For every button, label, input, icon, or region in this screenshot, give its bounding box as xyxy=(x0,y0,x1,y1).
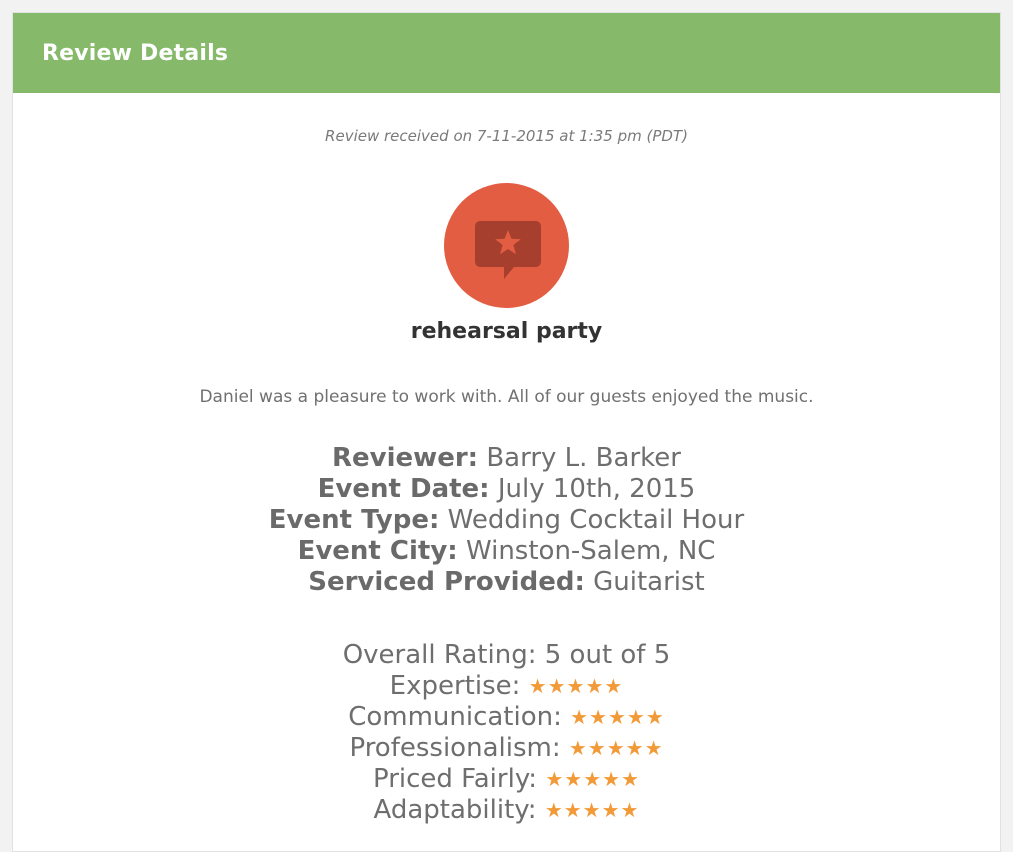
detail-row-reviewer: Reviewer: Barry L. Barker xyxy=(13,443,1000,474)
rating-label: Expertise: xyxy=(389,671,521,701)
detail-value: July 10th, 2015 xyxy=(497,474,696,504)
rating-label: Priced Fairly: xyxy=(372,764,538,794)
star-rating-icon: ★★★★★ xyxy=(528,674,624,698)
review-details-card: Review Details Review received on 7-11-2… xyxy=(12,12,1001,852)
rating-label: Professionalism: xyxy=(349,733,561,763)
overall-rating-row: Overall Rating: 5 out of 5 xyxy=(13,640,1000,671)
rating-label: Adaptability: xyxy=(373,795,537,825)
detail-row-event-type: Event Type: Wedding Cocktail Hour xyxy=(13,505,1000,536)
rating-row-adaptability: Adaptability: ★★★★★ xyxy=(13,795,1000,826)
review-received-timestamp: Review received on 7-11-2015 at 1:35 pm … xyxy=(325,127,688,145)
detail-label: Event Date: xyxy=(317,474,490,504)
detail-label: Event City: xyxy=(297,536,458,566)
detail-row-event-city: Event City: Winston-Salem, NC xyxy=(13,536,1000,567)
detail-label: Event Type: xyxy=(268,505,440,535)
overall-rating-value: 5 out of 5 xyxy=(544,640,671,670)
detail-value: Barry L. Barker xyxy=(486,443,681,473)
ratings-section: Overall Rating: 5 out of 5 Expertise: ★★… xyxy=(13,640,1000,826)
detail-value: Guitarist xyxy=(593,567,705,597)
detail-row-event-date: Event Date: July 10th, 2015 xyxy=(13,474,1000,505)
rating-row-expertise: Expertise: ★★★★★ xyxy=(13,671,1000,702)
star-rating-icon: ★★★★★ xyxy=(545,767,640,791)
rating-row-professionalism: Professionalism: ★★★★★ xyxy=(13,733,1000,764)
rating-row-communication: Communication: ★★★★★ xyxy=(13,702,1000,733)
card-header: Review Details xyxy=(13,13,1000,93)
overall-rating-label: Overall Rating: xyxy=(342,640,537,670)
star-rating-icon: ★★★★★ xyxy=(568,736,664,760)
event-details: Reviewer: Barry L. Barker Event Date: Ju… xyxy=(13,443,1000,598)
card-title: Review Details xyxy=(42,40,229,66)
review-title: rehearsal party xyxy=(410,319,603,344)
detail-label: Reviewer: xyxy=(332,443,479,473)
star-speech-bubble-icon xyxy=(444,183,569,308)
star-rating-icon: ★★★★★ xyxy=(544,798,640,822)
detail-label: Serviced Provided: xyxy=(308,567,585,597)
review-comment: Daniel was a pleasure to work with. All … xyxy=(199,387,814,407)
rating-label: Communication: xyxy=(348,702,562,732)
detail-row-service: Serviced Provided: Guitarist xyxy=(13,567,1000,598)
detail-value: Winston-Salem, NC xyxy=(465,536,716,566)
star-rating-icon: ★★★★★ xyxy=(570,705,665,729)
rating-row-priced-fairly: Priced Fairly: ★★★★★ xyxy=(13,764,1000,795)
detail-value: Wedding Cocktail Hour xyxy=(447,505,745,535)
